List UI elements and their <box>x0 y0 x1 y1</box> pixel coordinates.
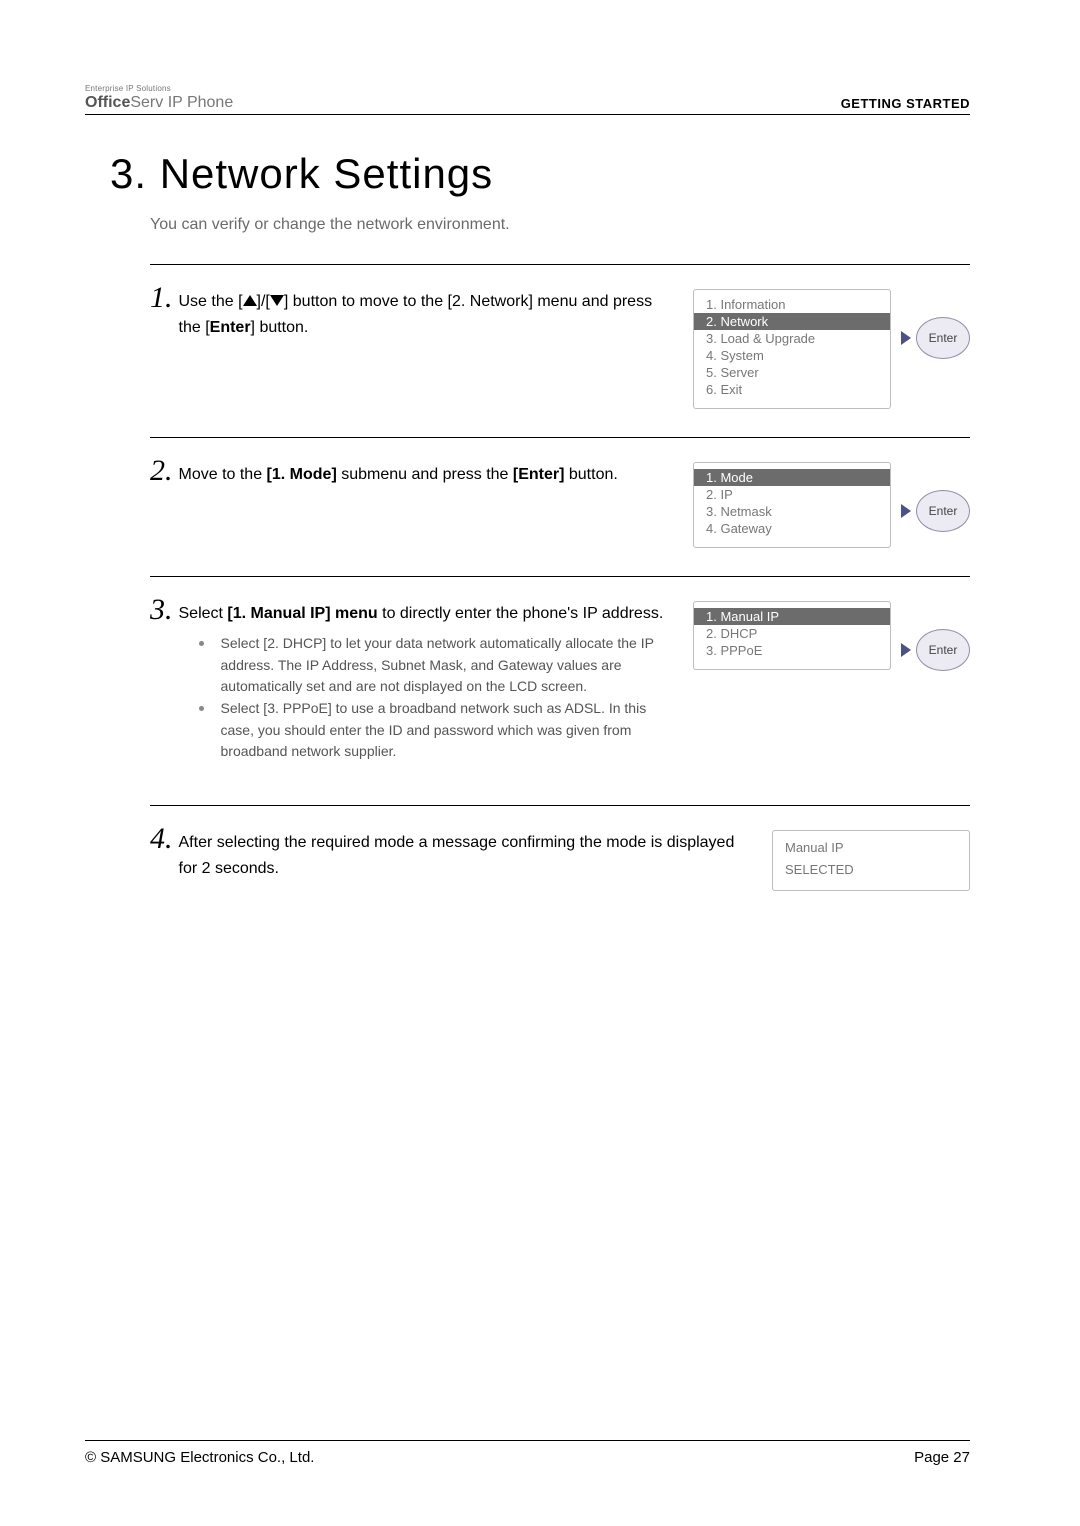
logo-bold: Office <box>85 94 130 111</box>
brand-logo: Enterprise IP Solutions OfficeServ IP Ph… <box>85 85 233 111</box>
play-icon <box>901 643 911 657</box>
logo-tagline: Enterprise IP Solutions <box>85 85 233 94</box>
footer: © SAMSUNG Electronics Co., Ltd. Page 27 <box>85 1440 970 1466</box>
up-arrow-icon <box>243 289 257 315</box>
lcd-row: 3. Netmask <box>694 503 890 520</box>
lcd-row: 2. IP <box>694 486 890 503</box>
lcd-row: 1. Mode <box>694 469 890 486</box>
bullet-item: Select [2. DHCP] to let your data networ… <box>199 633 674 698</box>
enter-button: Enter <box>916 490 970 532</box>
lcd-row: 2. DHCP <box>694 625 890 642</box>
page-title: 3. Network Settings <box>110 150 970 198</box>
step-4: 4. After selecting the required mode a m… <box>150 805 970 891</box>
step-3: 3. Select [1. Manual IP] menu to directl… <box>150 576 970 777</box>
step-2: 2. Move to the [1. Mode] submenu and pre… <box>150 437 970 548</box>
lcd-screen: 1. Information2. Network3. Load & Upgrad… <box>693 289 891 409</box>
lcd-row: 6. Exit <box>694 381 890 398</box>
lcd-row: 1. Manual IP <box>694 608 890 625</box>
enter-button: Enter <box>916 629 970 671</box>
down-arrow-icon <box>270 289 284 315</box>
step-text: Move to the [1. Mode] submenu and press … <box>179 462 618 488</box>
lcd-row: 3. PPPoE <box>694 642 890 659</box>
step-number: 4. <box>150 824 173 854</box>
enter-button: Enter <box>916 317 970 359</box>
play-icon <box>901 331 911 345</box>
lcd-screen: 1. Manual IP2. DHCP3. PPPoE <box>693 601 891 670</box>
lcd-row: 1. Information <box>694 296 890 313</box>
lcd-row: 4. System <box>694 347 890 364</box>
lcd-screen: 1. Mode2. IP3. Netmask4. Gateway <box>693 462 891 548</box>
intro-text: You can verify or change the network env… <box>150 216 970 234</box>
lcd-row: 5. Server <box>694 364 890 381</box>
lcd-row: 2. Network <box>694 313 890 330</box>
lcd-row: 4. Gateway <box>694 520 890 537</box>
logo-rest: Serv IP Phone <box>130 94 233 111</box>
step-text: Select [1. Manual IP] menu to directly e… <box>179 601 674 777</box>
step-number: 2. <box>150 456 173 486</box>
copyright: © SAMSUNG Electronics Co., Ltd. <box>85 1449 314 1466</box>
page-number: Page 27 <box>914 1449 970 1466</box>
step-number: 3. <box>150 595 173 625</box>
bullet-item: Select [3. PPPoE] to use a broadband net… <box>199 698 674 763</box>
header: Enterprise IP Solutions OfficeServ IP Ph… <box>85 85 970 115</box>
lcd-row: 3. Load & Upgrade <box>694 330 890 347</box>
lcd-row: Manual IP <box>773 837 969 859</box>
play-icon <box>901 504 911 518</box>
step-1: 1. Use the []/[] button to move to the [… <box>150 264 970 409</box>
step-text: Use the []/[] button to move to the [2. … <box>179 289 674 340</box>
section-name: GETTING STARTED <box>841 96 970 111</box>
sub-bullets: Select [2. DHCP] to let your data networ… <box>179 633 674 763</box>
step-text: After selecting the required mode a mess… <box>179 830 753 881</box>
lcd-screen: Manual IPSELECTED <box>772 830 970 891</box>
lcd-row: SELECTED <box>773 859 969 881</box>
step-number: 1. <box>150 283 173 313</box>
